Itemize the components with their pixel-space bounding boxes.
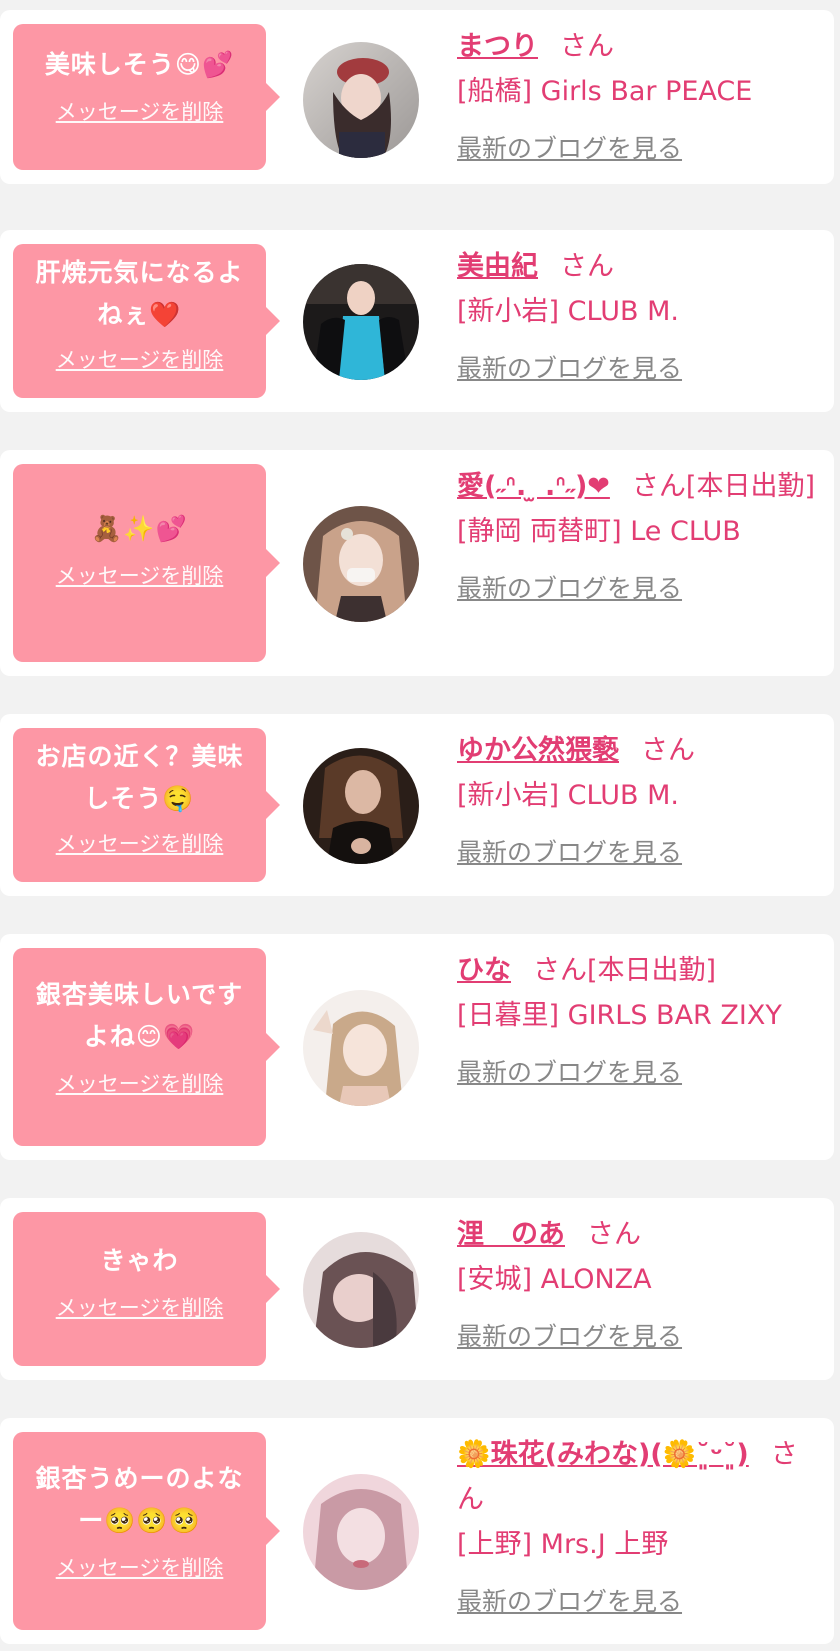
message-card: 🧸✨💕 メッセージを削除 愛(˶ᐢ. ̫ .ᐢ˶)❤︎ さん[本日出勤] [静岡 … xyxy=(0,450,834,676)
delete-message-link[interactable]: メッセージを削除 xyxy=(56,1068,224,1098)
honorific: さん xyxy=(641,735,695,766)
message-card: 肝焼元気になるよねぇ❤️ メッセージを削除 美由紀 さん [新小岩] CLUB M… xyxy=(0,230,834,412)
cast-info: ゆか公然猥褻 さん [新小岩] CLUB M. 最新のブログを見る xyxy=(457,728,817,875)
name-line: ゆか公然猥褻 さん xyxy=(457,728,817,773)
message-text: 美味しそう😋💕 xyxy=(44,50,235,79)
latest-blog-link[interactable]: 最新のブログを見る xyxy=(457,1579,682,1624)
delete-message-link[interactable]: メッセージを削除 xyxy=(56,828,224,858)
latest-blog-link[interactable]: 最新のブログを見る xyxy=(457,1314,682,1359)
message-text: 銀杏うめーのよなー🥺🥺🥺 xyxy=(35,1464,244,1535)
message-card: お店の近く？美味しそう🤤 メッセージを削除 ゆか公然猥褻 さん [新小岩] CLU… xyxy=(0,714,834,896)
delete-message-link[interactable]: メッセージを削除 xyxy=(56,96,224,126)
message-bubble: 肝焼元気になるよねぇ❤️ メッセージを削除 xyxy=(13,244,280,398)
latest-blog-link[interactable]: 最新のブログを見る xyxy=(457,830,682,875)
name-line: 愛(˶ᐢ. ̫ .ᐢ˶)❤︎ さん[本日出勤] xyxy=(457,464,817,509)
delete-message-link[interactable]: メッセージを削除 xyxy=(56,1552,224,1582)
message-text: 銀杏美味しいですよね😊💗 xyxy=(35,980,244,1051)
avatar[interactable] xyxy=(303,990,419,1106)
avatar[interactable] xyxy=(303,1474,419,1590)
message-text: お店の近く？美味しそう🤤 xyxy=(35,742,244,813)
honorific: さん xyxy=(631,471,686,502)
message-card: 銀杏うめーのよなー🥺🥺🥺 メッセージを削除 🌼珠花(みわな)(🌼˘͈ᵕ˘͈) さん… xyxy=(0,1418,834,1644)
latest-blog-link[interactable]: 最新のブログを見る xyxy=(457,346,682,391)
shop-name: [上野] Mrs.J 上野 xyxy=(457,1529,669,1560)
message-card: 美味しそう😋💕 メッセージを削除 まつり さん [船橋] Girls Bar P… xyxy=(0,10,834,184)
message-card: きゃわ メッセージを削除 浬 のあ さん [安城] ALONZA 最新のブログを見… xyxy=(0,1198,834,1380)
message-list: 美味しそう😋💕 メッセージを削除 まつり さん [船橋] Girls Bar P… xyxy=(0,0,840,1651)
message-text: 肝焼元気になるよねぇ❤️ xyxy=(35,258,244,329)
name-line: 浬 のあ さん xyxy=(457,1212,817,1257)
latest-blog-link[interactable]: 最新のブログを見る xyxy=(457,126,682,171)
shop-name: [新小岩] CLUB M. xyxy=(457,296,679,327)
message-bubble: 🧸✨💕 メッセージを削除 xyxy=(13,464,280,662)
name-line: 🌼珠花(みわな)(🌼˘͈ᵕ˘͈) さん xyxy=(457,1432,817,1522)
message-bubble: きゃわ メッセージを削除 xyxy=(13,1212,280,1366)
name-line: まつり さん xyxy=(457,24,817,69)
cast-info: ひな さん[本日出勤] [日暮里] GIRLS BAR ZIXY 最新のブログを見… xyxy=(457,948,817,1095)
cast-name-link[interactable]: 美由紀 xyxy=(457,251,538,282)
latest-blog-link[interactable]: 最新のブログを見る xyxy=(457,1050,682,1095)
cast-info: 🌼珠花(みわな)(🌼˘͈ᵕ˘͈) さん [上野] Mrs.J 上野 最新のブログを… xyxy=(457,1432,817,1624)
honorific: さん xyxy=(560,31,614,62)
cast-name-link[interactable]: 浬 のあ xyxy=(457,1219,565,1250)
work-status: [本日出勤] xyxy=(587,955,717,986)
latest-blog-link[interactable]: 最新のブログを見る xyxy=(457,566,682,611)
cast-info: 浬 のあ さん [安城] ALONZA 最新のブログを見る xyxy=(457,1212,817,1359)
message-bubble: お店の近く？美味しそう🤤 メッセージを削除 xyxy=(13,728,280,882)
shop-name: [安城] ALONZA xyxy=(457,1264,652,1295)
name-line: ひな さん[本日出勤] xyxy=(457,948,817,993)
cast-name-link[interactable]: 愛(˶ᐢ. ̫ .ᐢ˶)❤︎ xyxy=(457,471,610,502)
shop-name: [新小岩] CLUB M. xyxy=(457,780,679,811)
message-card: 銀杏美味しいですよね😊💗 メッセージを削除 ひな さん[本日出勤] [日暮里] G… xyxy=(0,934,834,1160)
shop-name: [船橋] Girls Bar PEACE xyxy=(457,76,753,107)
avatar[interactable] xyxy=(303,42,419,158)
avatar[interactable] xyxy=(303,264,419,380)
message-text: きゃわ xyxy=(100,1246,179,1275)
delete-message-link[interactable]: メッセージを削除 xyxy=(56,560,224,590)
name-line: 美由紀 さん xyxy=(457,244,817,289)
avatar[interactable] xyxy=(303,748,419,864)
message-bubble: 銀杏美味しいですよね😊💗 メッセージを削除 xyxy=(13,948,280,1146)
honorific: さん xyxy=(533,955,587,986)
shop-name: [日暮里] GIRLS BAR ZIXY xyxy=(457,1000,782,1031)
honorific: さん xyxy=(587,1219,641,1250)
cast-name-link[interactable]: ひな xyxy=(457,955,511,986)
cast-name-link[interactable]: まつり xyxy=(457,31,538,62)
delete-message-link[interactable]: メッセージを削除 xyxy=(56,1292,224,1322)
shop-name: [静岡 両替町] Le CLUB xyxy=(457,516,741,547)
cast-info: 愛(˶ᐢ. ̫ .ᐢ˶)❤︎ さん[本日出勤] [静岡 両替町] Le CLUB … xyxy=(457,464,817,611)
cast-info: まつり さん [船橋] Girls Bar PEACE 最新のブログを見る xyxy=(457,24,817,171)
cast-info: 美由紀 さん [新小岩] CLUB M. 最新のブログを見る xyxy=(457,244,817,391)
message-text: 🧸✨💕 xyxy=(91,514,188,543)
cast-name-link[interactable]: ゆか公然猥褻 xyxy=(457,735,619,766)
delete-message-link[interactable]: メッセージを削除 xyxy=(56,344,224,374)
work-status: [本日出勤] xyxy=(685,471,815,502)
cast-name-link[interactable]: 🌼珠花(みわな)(🌼˘͈ᵕ˘͈) xyxy=(457,1439,749,1470)
honorific: さん xyxy=(560,251,614,282)
message-bubble: 美味しそう😋💕 メッセージを削除 xyxy=(13,24,280,170)
avatar[interactable] xyxy=(303,1232,419,1348)
avatar[interactable] xyxy=(303,506,419,622)
message-bubble: 銀杏うめーのよなー🥺🥺🥺 メッセージを削除 xyxy=(13,1432,280,1630)
